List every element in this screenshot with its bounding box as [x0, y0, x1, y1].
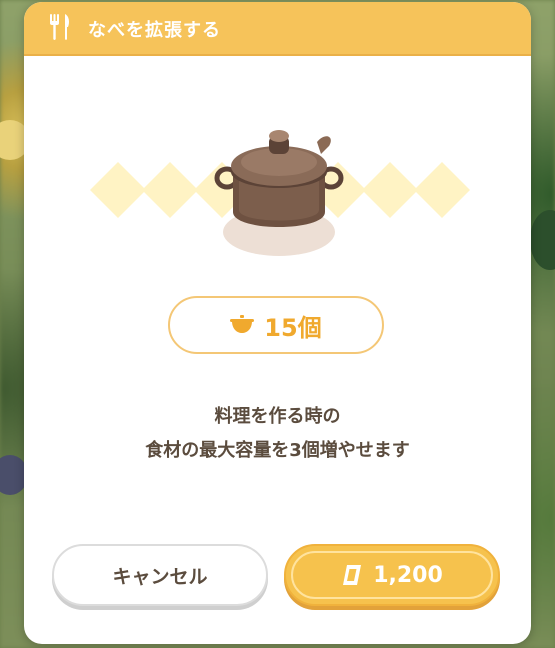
- cooking-pot-icon: [214, 130, 344, 256]
- capacity-value: 15個: [264, 313, 322, 342]
- purchase-button[interactable]: 1,200: [284, 544, 500, 606]
- description-line-2: 食材の最大容量を3個増やせます: [145, 440, 410, 461]
- fork-knife-icon: [50, 14, 69, 40]
- description: 料理を作る時の 食材の最大容量を3個増やせます: [24, 400, 531, 468]
- dialog-title: なべを拡張する: [88, 20, 221, 41]
- cancel-button-label: キャンセル: [112, 565, 208, 588]
- expand-pot-dialog: なべを拡張する 15個 料理を作る時の 食材の最大容量を3個増やせます キャンセ…: [24, 2, 531, 644]
- capacity-badge: 15個: [168, 296, 384, 354]
- cancel-button[interactable]: キャンセル: [52, 544, 268, 606]
- gold-coin-icon: [343, 565, 362, 585]
- dialog-header: なべを拡張する: [24, 2, 531, 56]
- purchase-price: 1,200: [373, 562, 443, 588]
- bowl-icon: [230, 315, 255, 333]
- description-line-1: 料理を作る時の: [214, 406, 341, 427]
